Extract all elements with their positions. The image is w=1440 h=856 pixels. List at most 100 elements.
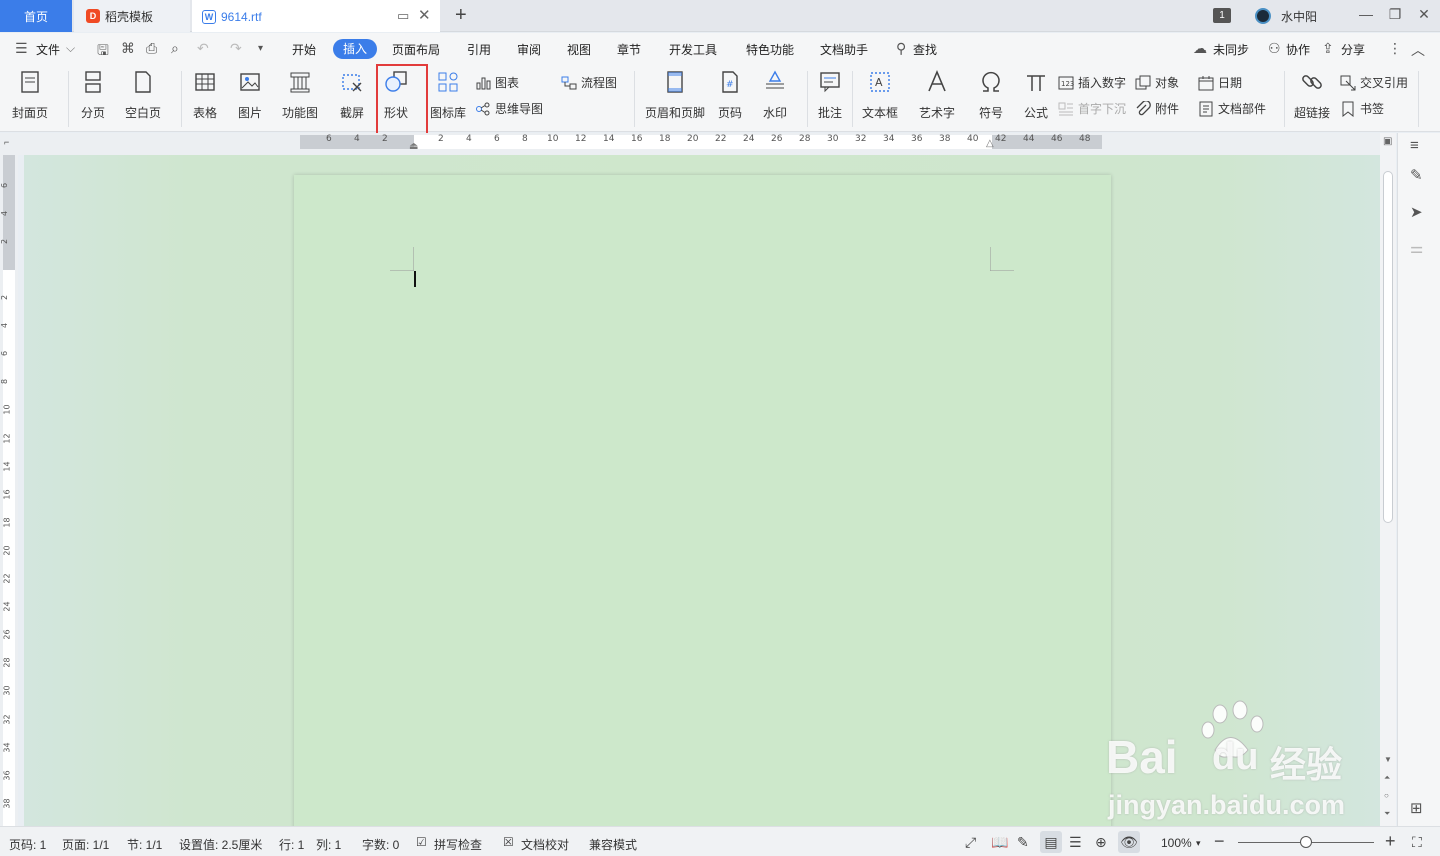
menu-view[interactable]: 视图 <box>567 41 591 58</box>
search-icon[interactable]: ⚲ <box>896 40 906 57</box>
fit-window-icon[interactable]: ⛶ <box>1412 834 1422 851</box>
menu-review[interactable]: 审阅 <box>517 41 541 58</box>
wordart-button[interactable]: 艺术字 <box>919 69 955 121</box>
collapse-ribbon-icon[interactable]: ︿ <box>1411 40 1425 60</box>
zoom-in-icon[interactable]: + <box>1385 831 1396 852</box>
right-indent-marker[interactable]: △ <box>986 138 994 149</box>
zoom-slider-handle[interactable] <box>1300 836 1312 848</box>
pin-tab-icon[interactable]: ▭ <box>397 8 409 24</box>
sync-status[interactable]: 未同步 <box>1213 41 1249 58</box>
more-options-icon[interactable]: ⋮ <box>1388 40 1402 57</box>
spellcheck-icon[interactable]: ☑ <box>416 835 427 849</box>
new-tab-icon[interactable]: + <box>455 4 467 27</box>
customize-toolbar-icon[interactable]: ▾ <box>258 43 263 54</box>
zoom-out-icon[interactable]: − <box>1214 831 1225 852</box>
status-row[interactable]: 行: 1 <box>279 836 304 853</box>
hyperlink-button[interactable]: 超链接 <box>1294 69 1330 121</box>
cover-page-button[interactable]: 封面页 <box>12 69 48 121</box>
menu-features[interactable]: 特色功能 <box>746 41 794 58</box>
menu-references[interactable]: 引用 <box>467 41 491 58</box>
outline-view-icon[interactable]: ☰ <box>1069 834 1082 851</box>
scroll-thumb[interactable] <box>1383 171 1393 523</box>
share-icon[interactable]: ⇪ <box>1322 40 1334 57</box>
menu-page-layout[interactable]: 页面布局 <box>392 41 440 58</box>
edit-mode-icon[interactable]: ✎ <box>1017 834 1029 851</box>
insert-number-button[interactable]: 123 插入数字 <box>1058 74 1126 91</box>
next-page-icon[interactable]: ⏷ <box>1384 809 1390 819</box>
adjust-icon[interactable]: ⚌ <box>1410 239 1423 257</box>
share-button[interactable]: 分享 <box>1341 41 1365 58</box>
tab-daoke-templates[interactable]: D 稻壳模板 <box>74 0 190 32</box>
picture-button[interactable]: 图片 <box>237 69 263 121</box>
document-page[interactable] <box>294 175 1111 826</box>
redo-icon[interactable]: ↷ <box>230 40 242 57</box>
page-break-button[interactable]: 分页 <box>80 69 106 121</box>
page-view-icon[interactable]: ▤ <box>1040 831 1062 853</box>
cloud-sync-icon[interactable]: ☁ <box>1193 40 1207 57</box>
spellcheck-button[interactable]: 拼写检查 <box>434 836 482 853</box>
minimize-icon[interactable]: — <box>1356 6 1376 22</box>
hamburger-icon[interactable]: ☰ <box>15 40 28 57</box>
scroll-down-arrow-icon[interactable]: ▼ <box>1384 755 1392 764</box>
chevron-down-icon[interactable]: ⌵ <box>66 41 75 56</box>
vertical-scrollbar[interactable]: ▣ ▼ ⏶ ○ ⏷ <box>1380 133 1396 826</box>
status-word-count[interactable]: 字数: 0 <box>362 836 399 853</box>
proofread-icon[interactable]: ☒ <box>503 835 514 849</box>
vertical-ruler[interactable]: 6 4 2 2 4 6 8 10 12 14 16 18 20 22 24 26 28 30 32 34 36 38 <box>0 155 18 826</box>
bookmark-button[interactable]: 书签 <box>1340 100 1384 117</box>
header-footer-button[interactable]: 页眉和页脚 <box>645 69 705 121</box>
page-number-button[interactable]: # 页码 <box>717 69 743 121</box>
flowchart-button[interactable]: 流程图 <box>561 74 617 91</box>
proofread-button[interactable]: 文档校对 <box>521 836 569 853</box>
eye-protection-icon[interactable]: 👁 <box>1118 831 1140 853</box>
apps-grid-icon[interactable]: ⊞ <box>1410 799 1423 817</box>
avatar[interactable] <box>1255 8 1271 24</box>
icon-library-button[interactable]: 图标库 <box>430 69 466 121</box>
tab-stop-selector[interactable]: ⌐ <box>4 137 9 147</box>
read-mode-icon[interactable]: 📖 <box>991 834 1008 851</box>
undo-icon[interactable]: ↶ <box>197 40 209 57</box>
zoom-dropdown-icon[interactable]: ▾ <box>1196 838 1201 849</box>
username[interactable]: 水中阳 <box>1281 8 1317 25</box>
menu-doc-assistant[interactable]: 文档助手 <box>820 41 868 58</box>
doc-parts-button[interactable]: 文档部件 <box>1198 100 1266 117</box>
collab-icon[interactable]: ⚇ <box>1268 40 1281 57</box>
menu-dev-tools[interactable]: 开发工具 <box>669 41 717 58</box>
table-button[interactable]: 表格 <box>192 69 218 121</box>
pointer-icon[interactable]: ➤ <box>1410 203 1423 221</box>
status-section[interactable]: 节: 1/1 <box>127 836 162 853</box>
drop-cap-button[interactable]: 首字下沉 <box>1058 100 1126 117</box>
screenshot-button[interactable]: 截屏 <box>339 69 365 121</box>
select-browse-icon[interactable]: ○ <box>1384 791 1389 800</box>
indent-marker[interactable]: ⏏ <box>409 141 418 152</box>
symbol-button[interactable]: 符号 <box>978 69 1004 121</box>
tab-home[interactable]: 首页 <box>0 0 72 32</box>
web-view-icon[interactable]: ⊕ <box>1095 834 1107 851</box>
print-preview-icon[interactable]: ⌕ <box>171 40 179 57</box>
status-setting-value[interactable]: 设置值: 2.5厘米 <box>179 836 262 853</box>
pen-icon[interactable]: ✎ <box>1410 166 1423 184</box>
zoom-level[interactable]: 100% <box>1161 836 1192 850</box>
horizontal-ruler[interactable]: ⌐ 6 4 2 2 4 6 8 10 12 14 16 18 20 22 24 26 28 30 32 34 36 38 4… <box>0 133 1380 155</box>
sidebar-menu-icon[interactable]: ≡ <box>1410 137 1419 154</box>
close-window-icon[interactable]: ✕ <box>1414 6 1434 23</box>
menu-search[interactable]: 查找 <box>913 41 937 58</box>
blank-page-button[interactable]: 空白页 <box>125 69 161 121</box>
status-pages[interactable]: 页面: 1/1 <box>62 836 109 853</box>
menu-chapter[interactable]: 章节 <box>617 41 641 58</box>
save-icon[interactable]: 🖫 <box>97 40 109 64</box>
prev-page-icon[interactable]: ⏶ <box>1384 773 1390 783</box>
status-page-number[interactable]: 页码: 1 <box>9 836 46 853</box>
attachment-button[interactable]: 附件 <box>1135 100 1179 117</box>
collab-button[interactable]: 协作 <box>1286 41 1310 58</box>
fullscreen-icon[interactable]: ⤢ <box>965 834 976 851</box>
menu-insert-active[interactable]: 插入 <box>333 39 377 59</box>
menu-file[interactable]: 文件 <box>36 41 60 58</box>
window-count-badge[interactable]: 1 <box>1213 8 1231 23</box>
menu-start[interactable]: 开始 <box>292 41 316 58</box>
comment-button[interactable]: 批注 <box>817 69 843 121</box>
textbox-button[interactable]: A 文本框 <box>862 69 898 121</box>
print-icon[interactable]: ⎙ <box>146 40 157 57</box>
date-button[interactable]: 日期 <box>1198 74 1242 91</box>
chart-button[interactable]: 图表 <box>475 74 519 91</box>
